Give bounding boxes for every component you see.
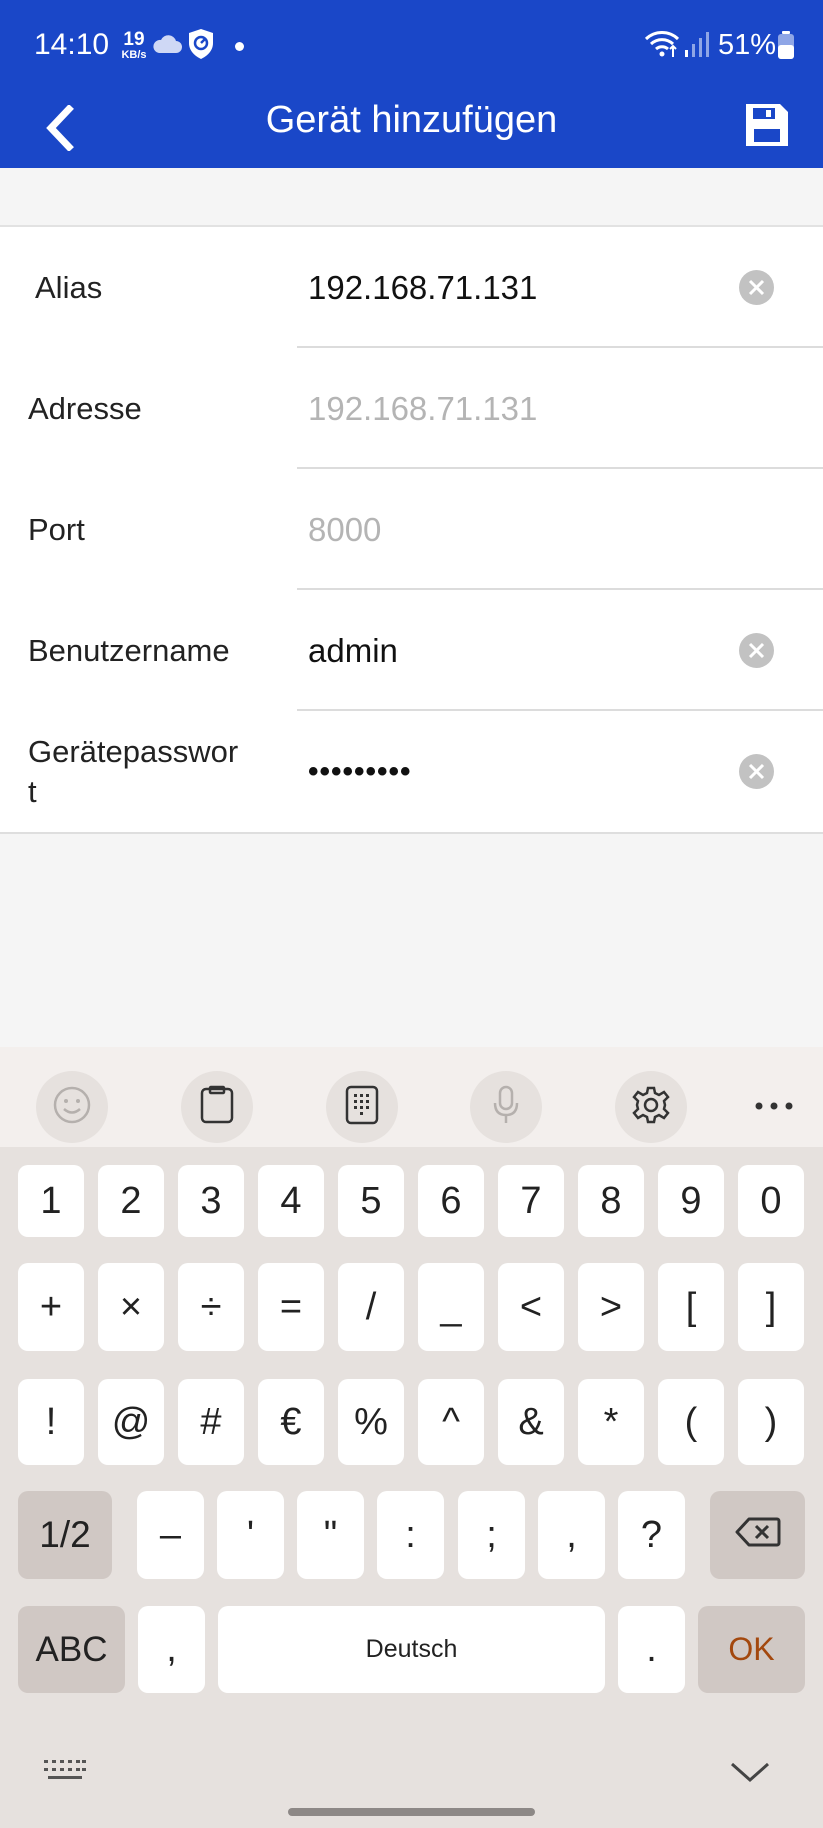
key-en-dash[interactable]: – (137, 1491, 204, 1579)
alias-label: Alias (35, 269, 103, 305)
password-clear-icon[interactable] (739, 754, 774, 789)
alias-clear-icon[interactable] (739, 270, 774, 305)
key-slash[interactable]: / (338, 1263, 404, 1351)
key-open-bracket[interactable]: [ (658, 1263, 724, 1351)
key-close-bracket[interactable]: ] (738, 1263, 804, 1351)
notification-dot (235, 42, 244, 51)
abc-key[interactable]: ABC (18, 1606, 125, 1693)
shield-icon (187, 28, 215, 65)
key-exclamation[interactable]: ! (18, 1379, 84, 1465)
more-button[interactable] (750, 1079, 798, 1135)
space-key[interactable]: Deutsch (218, 1606, 605, 1693)
address-row: Adresse 192.168.71.131 (0, 348, 823, 469)
emoji-button[interactable] (36, 1071, 108, 1143)
username-input[interactable]: admin (308, 590, 713, 711)
port-row: Port 8000 (0, 469, 823, 590)
settings-icon (631, 1085, 671, 1130)
password-label: Gerätepasswor t (28, 733, 239, 809)
key-semicolon[interactable]: ; (458, 1491, 525, 1579)
ok-key[interactable]: OK (698, 1606, 805, 1693)
key-8[interactable]: 8 (578, 1165, 644, 1237)
key-1[interactable]: 1 (18, 1165, 84, 1237)
key-multiply[interactable]: × (98, 1263, 164, 1351)
keypad-icon (345, 1085, 379, 1130)
key-underscore[interactable]: _ (418, 1263, 484, 1351)
port-input[interactable]: 8000 (308, 469, 713, 590)
username-label: Benutzername (28, 632, 230, 668)
key-less-than[interactable]: < (498, 1263, 564, 1351)
key-6[interactable]: 6 (418, 1165, 484, 1237)
symbol-page-key[interactable]: 1/2 (18, 1491, 112, 1579)
key-quote[interactable]: " (297, 1491, 364, 1579)
key-5[interactable]: 5 (338, 1165, 404, 1237)
device-form: Alias 192.168.71.131 Adresse 192.168.71.… (0, 225, 823, 834)
network-speed: 19 KB/s (116, 30, 152, 61)
key-7[interactable]: 7 (498, 1165, 564, 1237)
keypad-button[interactable] (326, 1071, 398, 1143)
save-button[interactable] (737, 92, 797, 162)
voice-input-button[interactable] (470, 1071, 542, 1143)
hide-keyboard-button[interactable] (730, 1760, 770, 1789)
wifi-icon (644, 30, 680, 63)
key-period[interactable]: . (618, 1606, 685, 1693)
key-greater-than[interactable]: > (578, 1263, 644, 1351)
key-comma-alt[interactable]: , (538, 1491, 605, 1579)
key-ampersand[interactable]: & (498, 1379, 564, 1465)
key-2[interactable]: 2 (98, 1165, 164, 1237)
password-row: Gerätepasswor t ••••••••• (0, 711, 823, 832)
key-comma[interactable]: , (138, 1606, 205, 1693)
page-title: Gerät hinzufügen (265, 99, 558, 141)
battery-icon (777, 30, 795, 65)
clipboard-button[interactable] (181, 1071, 253, 1143)
key-hash[interactable]: # (178, 1379, 244, 1465)
backspace-icon (735, 1514, 781, 1557)
status-bar: 14:10 19 KB/s 51% (0, 0, 823, 92)
username-clear-icon[interactable] (739, 633, 774, 668)
key-3[interactable]: 3 (178, 1165, 244, 1237)
address-label: Adresse (28, 390, 142, 426)
chevron-down-icon (730, 1762, 770, 1788)
key-9[interactable]: 9 (658, 1165, 724, 1237)
key-open-paren[interactable]: ( (658, 1379, 724, 1465)
settings-button[interactable] (615, 1071, 687, 1143)
alias-row: Alias 192.168.71.131 (0, 227, 823, 348)
network-speed-value: 19 (123, 29, 145, 50)
cloud-icon (152, 34, 182, 59)
key-divide[interactable]: ÷ (178, 1263, 244, 1351)
key-percent[interactable]: % (338, 1379, 404, 1465)
key-plus[interactable]: + (18, 1263, 84, 1351)
microphone-icon (491, 1085, 521, 1130)
key-4[interactable]: 4 (258, 1165, 324, 1237)
backspace-key[interactable] (710, 1491, 805, 1579)
key-caret[interactable]: ^ (418, 1379, 484, 1465)
key-at[interactable]: @ (98, 1379, 164, 1465)
key-asterisk[interactable]: * (578, 1379, 644, 1465)
alias-input[interactable]: 192.168.71.131 (308, 227, 713, 348)
key-euro[interactable]: € (258, 1379, 324, 1465)
port-label: Port (28, 511, 85, 547)
key-colon[interactable]: : (377, 1491, 444, 1579)
address-input[interactable]: 192.168.71.131 (308, 348, 713, 469)
battery-percent: 51% (718, 29, 777, 61)
status-time: 14:10 (34, 28, 110, 61)
home-indicator[interactable] (288, 1808, 535, 1816)
more-icon (754, 1098, 794, 1116)
keyboard: 1 2 3 4 5 6 7 8 9 0 + × ÷ = / _ < > [ ] … (0, 1047, 823, 1828)
keyboard-toolbar (0, 1047, 823, 1147)
password-input[interactable]: ••••••••• (308, 711, 713, 832)
key-close-paren[interactable]: ) (738, 1379, 804, 1465)
app-bar: Gerät hinzufügen (0, 92, 823, 168)
key-apostrophe[interactable]: ' (217, 1491, 284, 1579)
clipboard-icon (199, 1085, 235, 1130)
keyboard-switch-button[interactable] (42, 1756, 88, 1791)
username-row: Benutzername admin (0, 590, 823, 711)
key-equals[interactable]: = (258, 1263, 324, 1351)
key-0[interactable]: 0 (738, 1165, 804, 1237)
save-icon (744, 102, 790, 153)
emoji-icon (52, 1085, 92, 1130)
network-speed-unit: KB/s (121, 49, 147, 61)
signal-icon (684, 30, 710, 63)
keyboard-icon (42, 1760, 88, 1790)
key-question[interactable]: ? (618, 1491, 685, 1579)
